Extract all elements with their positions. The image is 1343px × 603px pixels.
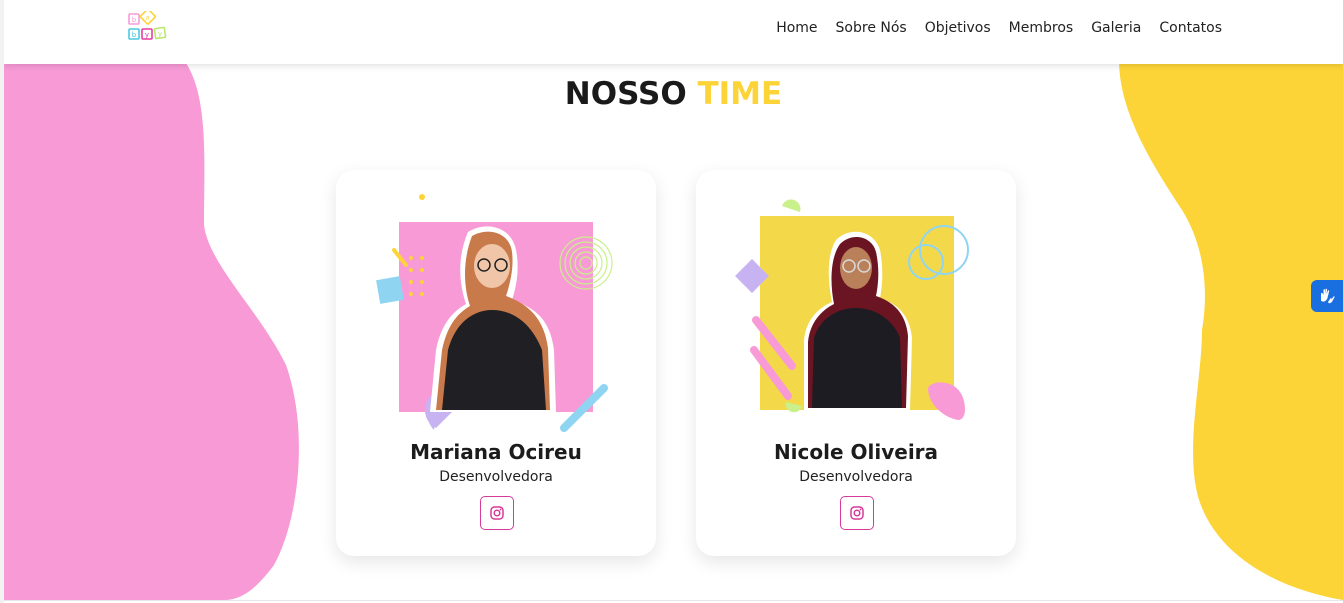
section-title: NOSSO TIME	[4, 76, 1343, 112]
sign-language-hands-icon	[1321, 288, 1335, 304]
top-navbar: b b y y a Home Sobre Nós Objetivos Membr…	[4, 0, 1343, 64]
member-name: Mariana Ocireu	[410, 440, 582, 464]
pink-blob	[4, 60, 299, 600]
instagram-icon	[850, 506, 864, 520]
member-role: Desenvolvedora	[799, 469, 913, 485]
svg-text:y: y	[145, 31, 149, 39]
member-name: Nicole Oliveira	[773, 440, 939, 464]
nav-galeria[interactable]: Galeria	[1091, 20, 1141, 36]
member-card: Mariana Ocireu Desenvolvedora	[336, 170, 656, 556]
baby-blocks-logo-icon[interactable]: b b y y a	[128, 11, 174, 45]
member-photo-art	[735, 199, 969, 420]
svg-text:b: b	[132, 31, 137, 39]
svg-text:b: b	[132, 16, 137, 24]
accessibility-button[interactable]	[1311, 280, 1343, 312]
instagram-icon	[490, 506, 504, 520]
section-title-accent: TIME	[697, 76, 783, 112]
nav-membros[interactable]: Membros	[1009, 20, 1074, 36]
member-role: Desenvolvedora	[439, 469, 553, 485]
page: b b y y a Home Sobre Nós Objetivos Membr…	[4, 0, 1343, 601]
yellow-blob	[1119, 60, 1343, 600]
svg-text:y: y	[158, 30, 162, 38]
instagram-button[interactable]	[480, 496, 514, 530]
member-photo-art	[376, 194, 613, 432]
section-title-main: NOSSO	[564, 76, 687, 112]
nav-sobre-nos[interactable]: Sobre Nós	[836, 20, 907, 36]
nav-objetivos[interactable]: Objetivos	[925, 20, 991, 36]
nav-menu: Home Sobre Nós Objetivos Membros Galeria…	[776, 0, 1222, 56]
member-card: Nicole Oliveira Desenvolvedora	[696, 170, 1016, 556]
nav-home[interactable]: Home	[776, 20, 817, 36]
nav-contatos[interactable]: Contatos	[1159, 20, 1222, 36]
svg-text:a: a	[146, 15, 150, 22]
instagram-button[interactable]	[840, 496, 874, 530]
